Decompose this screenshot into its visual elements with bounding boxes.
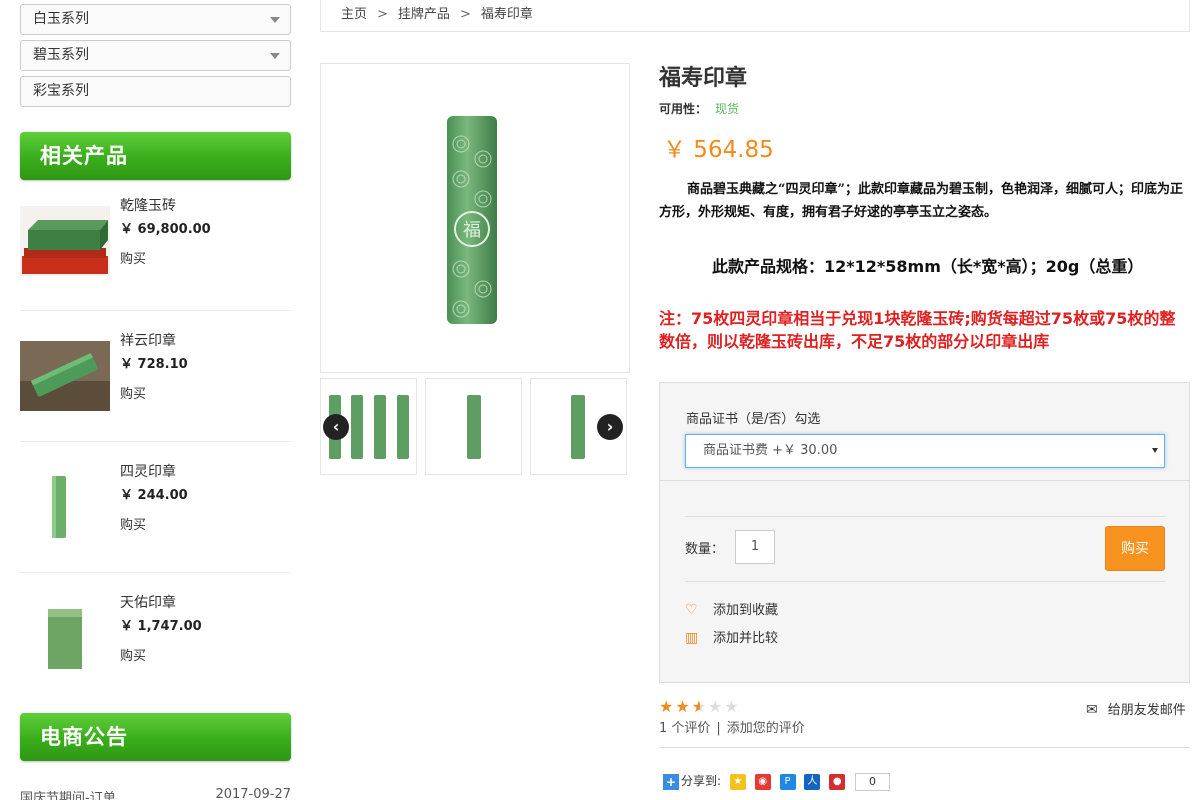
related-product-buy-link[interactable]: 购买 bbox=[120, 385, 188, 405]
breadcrumb-home[interactable]: 主页 bbox=[341, 7, 367, 22]
certificate-selected-value: 商品证书费 +￥ 30.00 bbox=[703, 443, 838, 458]
announcement-title[interactable]: 国庆节期间-订单.... bbox=[20, 791, 132, 800]
announcement-date: 2017-09-27 bbox=[215, 787, 291, 800]
category-label: 彩宝系列 bbox=[33, 83, 89, 99]
related-product-price: ￥ 728.10 bbox=[120, 357, 188, 372]
breadcrumb-separator: > bbox=[459, 7, 471, 22]
purchase-options-panel: 商品证书（是/否）勾选 商品证书费 +￥ 30.00 数量： 1 购买 ♡ 添加到… bbox=[659, 382, 1190, 683]
quantity-label: 数量： bbox=[685, 542, 725, 557]
related-product-buy-link[interactable]: 购买 bbox=[120, 647, 202, 667]
availability-value: 现货 bbox=[715, 102, 740, 116]
product-description: 商品碧玉典藏之“四灵印章”；此款印章藏品为碧玉制，色艳润泽，细腻可人；印底为正方… bbox=[659, 182, 1183, 220]
related-product-price: ￥ 1,747.00 bbox=[120, 619, 202, 634]
chevron-down-icon bbox=[270, 17, 280, 23]
baidu-icon[interactable]: ● bbox=[829, 773, 846, 790]
breadcrumb-current[interactable]: 福寿印章 bbox=[481, 7, 533, 22]
related-product-item: 天佑印章 ￥ 1,747.00 购买 bbox=[20, 573, 291, 704]
thumbnail-photo bbox=[467, 395, 481, 459]
announcements-heading: 电商公告 bbox=[20, 713, 291, 761]
review-count-link[interactable]: 1 个评价 bbox=[659, 721, 710, 736]
sidebar: 白玉系列 碧玉系列 彩宝系列 相关产品 乾隆玉砖 ￥ 69,800.00 购买 bbox=[20, 0, 291, 704]
product-spec: 此款产品规格：12*12*58mm（长*宽*高）；20g（总重） bbox=[712, 257, 1144, 276]
share-label: 分享到: bbox=[681, 774, 722, 788]
svg-text:福: 福 bbox=[463, 220, 481, 241]
star-empty-icon: ★ bbox=[724, 697, 741, 716]
related-product-price: ￥ 244.00 bbox=[120, 488, 188, 503]
heart-icon: ♡ bbox=[685, 602, 698, 618]
certificate-label: 商品证书（是/否）勾选 bbox=[686, 412, 821, 427]
availability-label: 可用性： bbox=[659, 102, 708, 116]
related-product-buy-link[interactable]: 购买 bbox=[120, 250, 211, 270]
share-count: 0 bbox=[855, 772, 891, 791]
chevron-down-icon bbox=[270, 53, 280, 59]
add-review-link[interactable]: 添加您的评价 bbox=[727, 721, 805, 736]
availability: 可用性： 现货 bbox=[659, 100, 739, 117]
announcement-item[interactable]: 国庆节期间-订单.... 2017-09-27 bbox=[20, 787, 291, 800]
bar-chart-icon: ▥ bbox=[685, 630, 699, 646]
rating-stars: ★★★★★ bbox=[659, 697, 741, 716]
product-thumbnail[interactable] bbox=[20, 603, 110, 673]
related-product-name[interactable]: 天佑印章 bbox=[120, 593, 202, 613]
related-product-name[interactable]: 祥云印章 bbox=[120, 331, 188, 351]
divider bbox=[685, 581, 1165, 582]
related-product-name[interactable]: 四灵印章 bbox=[120, 462, 188, 482]
star-empty-icon: ★ bbox=[708, 697, 725, 716]
add-to-compare-link[interactable]: ▥ 添加并比较 bbox=[685, 627, 778, 646]
breadcrumb: 主页 > 挂牌产品 > 福寿印章 bbox=[320, 0, 1190, 32]
buy-button[interactable]: 购买 bbox=[1105, 526, 1165, 571]
email-friend-link[interactable]: ✉ 给朋友发邮件 bbox=[1086, 699, 1186, 718]
related-product-item: 四灵印章 ￥ 244.00 购买 bbox=[20, 442, 291, 573]
category-label: 碧玉系列 bbox=[33, 47, 89, 63]
add-to-wishlist-link[interactable]: ♡ 添加到收藏 bbox=[685, 599, 778, 618]
compare-label: 添加并比较 bbox=[713, 631, 779, 646]
carousel-prev-button[interactable]: ‹ bbox=[323, 414, 349, 440]
certificate-select[interactable]: 商品证书费 +￥ 30.00 bbox=[685, 434, 1165, 468]
gallery-thumbnail[interactable] bbox=[425, 378, 522, 475]
divider bbox=[659, 747, 1190, 748]
star-icon: ★ bbox=[675, 697, 692, 716]
breadcrumb-separator: > bbox=[377, 7, 388, 22]
related-product-buy-link[interactable]: 购买 bbox=[120, 516, 188, 536]
chevron-right-icon: › bbox=[606, 417, 614, 436]
product-thumbnail[interactable] bbox=[20, 206, 110, 276]
carousel-next-button[interactable]: › bbox=[597, 414, 623, 440]
separator: | bbox=[716, 721, 721, 736]
product-title: 福寿印章 bbox=[659, 66, 748, 91]
tencent-weibo-icon[interactable]: P bbox=[779, 773, 796, 790]
product-photo: 福 bbox=[321, 64, 629, 372]
chevron-left-icon: ‹ bbox=[332, 417, 340, 436]
qzone-icon[interactable]: ★ bbox=[729, 773, 746, 790]
divider bbox=[660, 480, 1189, 481]
share-bar: + 分享到: ★ ◉ P 人 ● 0 bbox=[663, 772, 891, 791]
product-note: 注：75枚四灵印章相当于兑现1块乾隆玉砖;购货每超过75枚或75枚的整数倍，则以… bbox=[659, 309, 1176, 351]
chevron-down-icon bbox=[1152, 448, 1158, 453]
related-product-price: ￥ 69,800.00 bbox=[120, 222, 211, 237]
envelope-icon: ✉ bbox=[1086, 702, 1098, 718]
category-white-jade[interactable]: 白玉系列 bbox=[20, 4, 291, 35]
star-icon: ★ bbox=[659, 697, 676, 716]
star-half-icon: ★ bbox=[691, 697, 709, 716]
category-label: 白玉系列 bbox=[33, 11, 89, 27]
related-product-name[interactable]: 乾隆玉砖 bbox=[120, 196, 211, 216]
product-thumbnail[interactable] bbox=[20, 341, 110, 411]
email-friend-label: 给朋友发邮件 bbox=[1107, 703, 1186, 718]
weibo-icon[interactable]: ◉ bbox=[754, 773, 771, 790]
related-products-heading: 相关产品 bbox=[20, 132, 291, 180]
wishlist-label: 添加到收藏 bbox=[713, 603, 779, 618]
quantity-field[interactable]: 1 bbox=[735, 530, 775, 564]
divider bbox=[685, 516, 1165, 517]
breadcrumb-category[interactable]: 挂牌产品 bbox=[398, 7, 450, 22]
related-products-list: 乾隆玉砖 ￥ 69,800.00 购买 祥云印章 ￥ 728.10 购买 四灵印… bbox=[20, 196, 291, 704]
review-links: 1 个评价 | 添加您的评价 bbox=[659, 717, 805, 736]
category-green-jade[interactable]: 碧玉系列 bbox=[20, 40, 291, 71]
thumbnail-carousel: ‹ › bbox=[320, 378, 630, 475]
product-thumbnail[interactable] bbox=[20, 472, 110, 542]
product-main-image[interactable]: 福 bbox=[320, 63, 630, 373]
category-gemstone[interactable]: 彩宝系列 bbox=[20, 76, 291, 107]
product-price: ￥ 564.85 bbox=[663, 137, 774, 163]
related-product-item: 乾隆玉砖 ￥ 69,800.00 购买 bbox=[20, 196, 291, 311]
related-product-item: 祥云印章 ￥ 728.10 购买 bbox=[20, 311, 291, 442]
renren-icon[interactable]: 人 bbox=[804, 773, 821, 790]
share-plus-icon[interactable]: + bbox=[663, 773, 679, 790]
